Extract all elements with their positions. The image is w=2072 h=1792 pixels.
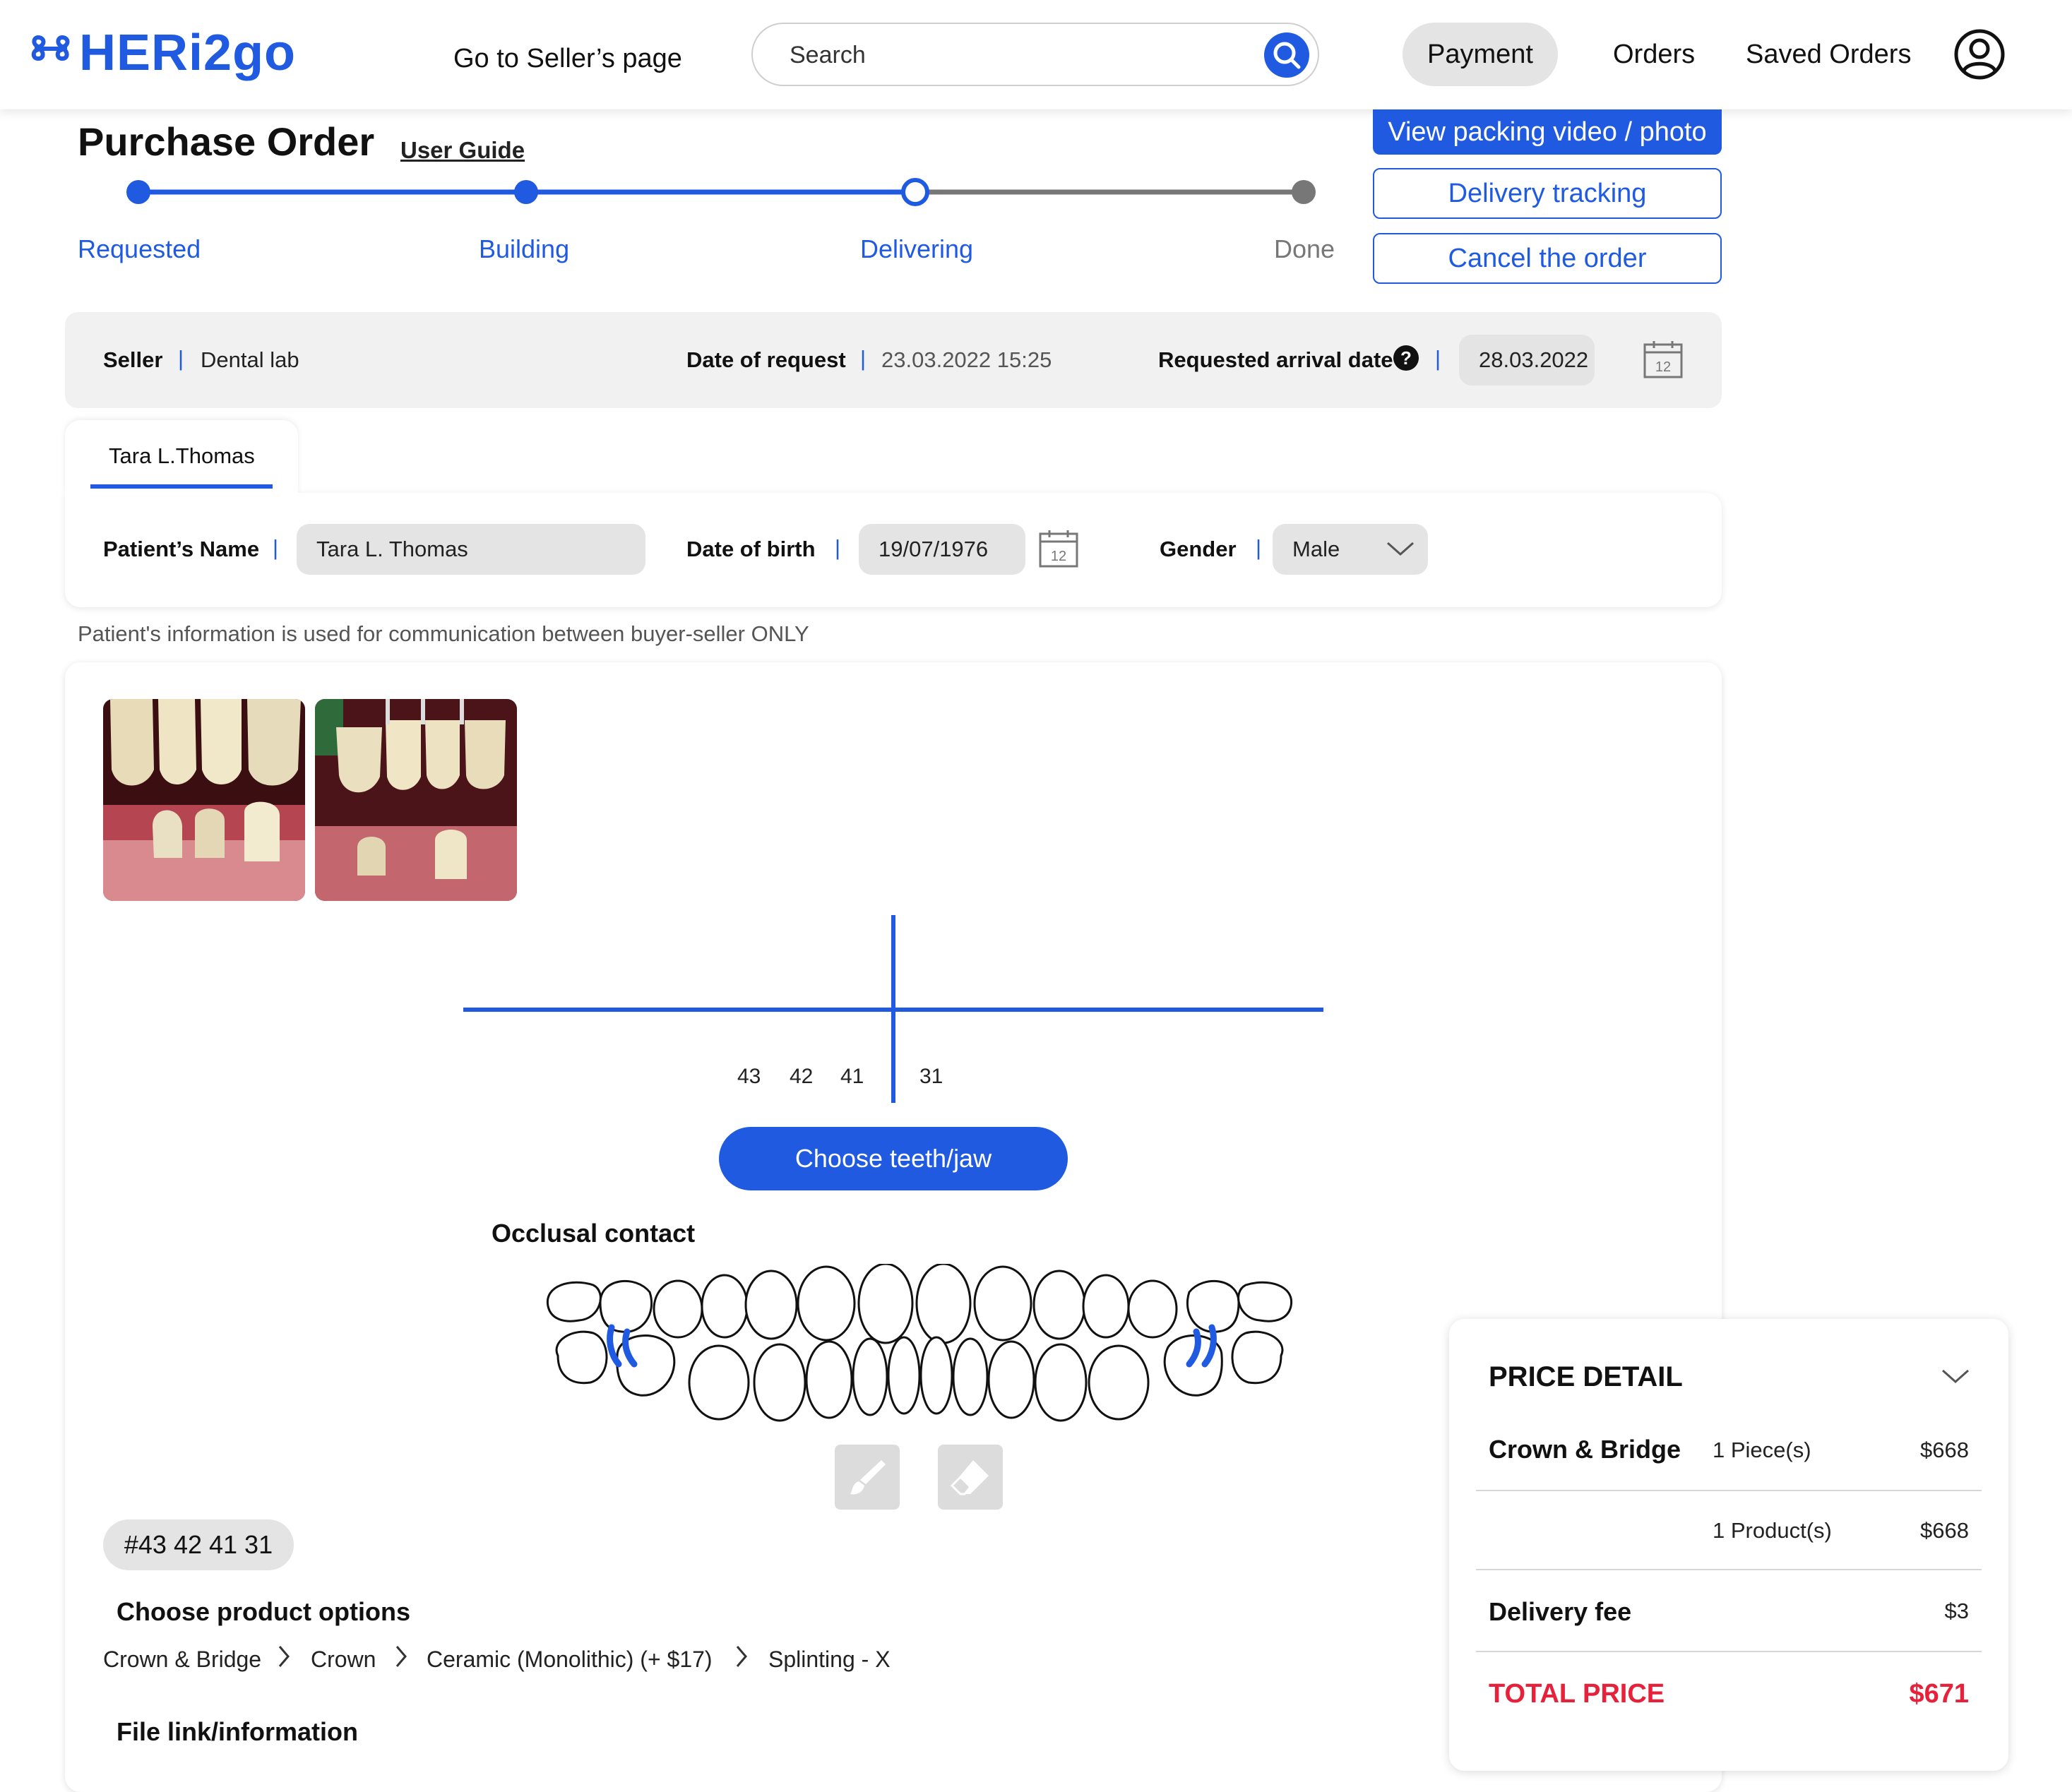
seller-page-link[interactable]: Go to Seller’s page — [453, 44, 682, 74]
step-done-label: Done — [1274, 234, 1335, 263]
order-progress-tracker — [126, 178, 1316, 206]
item-name: Crown & Bridge — [1489, 1435, 1681, 1464]
date-request-value: 23.03.2022 15:25 — [881, 347, 1052, 372]
products-qty: 1 Product(s) — [1713, 1518, 1832, 1543]
svg-text:12: 12 — [1051, 549, 1066, 564]
seller-label: Seller — [103, 347, 163, 372]
user-profile-icon[interactable] — [1953, 28, 2006, 80]
divider: | — [835, 535, 841, 560]
logo-mark-icon — [31, 35, 70, 61]
tooth-number[interactable]: 41 — [840, 1065, 864, 1089]
nav-payment[interactable]: Payment — [1403, 23, 1558, 86]
active-tab-indicator — [90, 484, 273, 489]
divider — [1476, 1490, 1982, 1491]
option-crumb-category[interactable]: Crown & Bridge — [103, 1647, 261, 1673]
divider: | — [860, 346, 867, 371]
price-detail-title: PRICE DETAIL — [1489, 1361, 1683, 1392]
gender-label: Gender — [1160, 537, 1237, 561]
step-delivering-dot — [901, 178, 929, 206]
top-header: HERi2go Go to Seller’s page Payment Orde… — [0, 0, 2072, 109]
step-requested-dot — [126, 180, 150, 204]
option-crumb-material[interactable]: Ceramic (Monolithic) (+ $17) — [427, 1647, 713, 1673]
divider — [1476, 1651, 1982, 1652]
date-request-label: Date of request — [686, 347, 846, 372]
page-title: Purchase Order — [78, 119, 375, 164]
divider: | — [1435, 346, 1441, 371]
patient-name-label: Patient’s Name — [103, 537, 260, 561]
tooth-number[interactable]: 31 — [919, 1065, 943, 1089]
step-done-dot — [1292, 180, 1316, 204]
divider — [1476, 1569, 1982, 1570]
brush-icon — [850, 1460, 886, 1495]
nav-saved-orders[interactable]: Saved Orders — [1746, 40, 1911, 70]
chevron-down-icon[interactable] — [1941, 1367, 1970, 1385]
step-delivering-label: Delivering — [860, 234, 974, 263]
tooth-number[interactable]: 43 — [737, 1065, 761, 1089]
product-options-title: Choose product options — [117, 1597, 410, 1626]
occlusal-teeth-diagram[interactable] — [544, 1264, 1295, 1433]
delivery-fee-value: $3 — [1944, 1599, 1969, 1623]
svg-text:?: ? — [1400, 347, 1412, 369]
patient-tab-label: Tara L.Thomas — [109, 443, 255, 468]
dob-label: Date of birth — [686, 537, 816, 561]
step-building-dot — [514, 180, 538, 204]
seller-value: Dental lab — [201, 347, 299, 372]
divider: | — [178, 346, 184, 371]
total-price-value: $671 — [1909, 1679, 1969, 1709]
gender-select[interactable]: Male — [1273, 524, 1428, 575]
search-input[interactable] — [788, 35, 1243, 75]
patient-name-field[interactable]: Tara L. Thomas — [297, 524, 645, 575]
brand-logo[interactable]: HERi2go — [31, 21, 296, 85]
products-price: $668 — [1920, 1518, 1969, 1543]
selected-teeth-tag[interactable]: #43 42 41 31 — [103, 1519, 294, 1570]
logo-text: HERi2go — [79, 25, 297, 81]
view-packing-button[interactable]: View packing video / photo — [1373, 109, 1722, 155]
chevron-down-icon — [1387, 542, 1414, 556]
step-building-label: Building — [479, 234, 570, 263]
search-bar — [751, 23, 1319, 86]
eraser-tool-button[interactable] — [938, 1445, 1003, 1510]
chevron-right-icon — [395, 1646, 407, 1667]
chevron-right-icon — [736, 1646, 747, 1667]
total-price-label: TOTAL PRICE — [1489, 1679, 1665, 1709]
nav-orders[interactable]: Orders — [1613, 40, 1695, 70]
arrival-date-field[interactable]: 28.03.2022 — [1459, 335, 1595, 386]
delivery-fee-label: Delivery fee — [1489, 1597, 1632, 1626]
item-price: $668 — [1920, 1438, 1969, 1462]
svg-text:12: 12 — [1655, 359, 1671, 375]
search-button[interactable] — [1264, 32, 1309, 78]
help-icon[interactable]: ? — [1393, 345, 1419, 371]
dental-photo-2[interactable] — [315, 699, 517, 901]
tooth-chart-cross — [463, 915, 1323, 1103]
tab-joint — [65, 487, 298, 497]
cancel-order-button[interactable]: Cancel the order — [1373, 233, 1722, 284]
occlusal-contact-title: Occlusal contact — [492, 1219, 696, 1248]
dob-field[interactable]: 19/07/1976 — [859, 524, 1025, 575]
option-crumb-splinting[interactable]: Splinting - X — [768, 1647, 891, 1673]
step-requested-label: Requested — [78, 234, 201, 263]
divider: | — [273, 535, 279, 560]
calendar-icon[interactable]: 12 — [1643, 339, 1684, 380]
chevron-right-icon — [278, 1646, 290, 1667]
dental-photo-1[interactable] — [103, 699, 305, 901]
user-guide-link[interactable]: User Guide — [400, 137, 525, 164]
brush-tool-button[interactable] — [835, 1445, 900, 1510]
patient-info-note: Patient's information is used for commun… — [78, 621, 809, 646]
option-crumb-type[interactable]: Crown — [311, 1647, 376, 1673]
item-qty: 1 Piece(s) — [1713, 1438, 1811, 1462]
search-icon — [1273, 42, 1301, 69]
gender-value: Male — [1292, 537, 1340, 561]
calendar-icon[interactable]: 12 — [1038, 528, 1079, 569]
eraser-icon — [950, 1460, 989, 1495]
arrival-date-label: Requested arrival date — [1158, 347, 1393, 372]
delivery-tracking-button[interactable]: Delivery tracking — [1373, 168, 1722, 219]
tooth-number[interactable]: 42 — [790, 1065, 813, 1089]
divider: | — [1256, 535, 1262, 560]
choose-teeth-button[interactable]: Choose teeth/jaw — [719, 1127, 1068, 1190]
